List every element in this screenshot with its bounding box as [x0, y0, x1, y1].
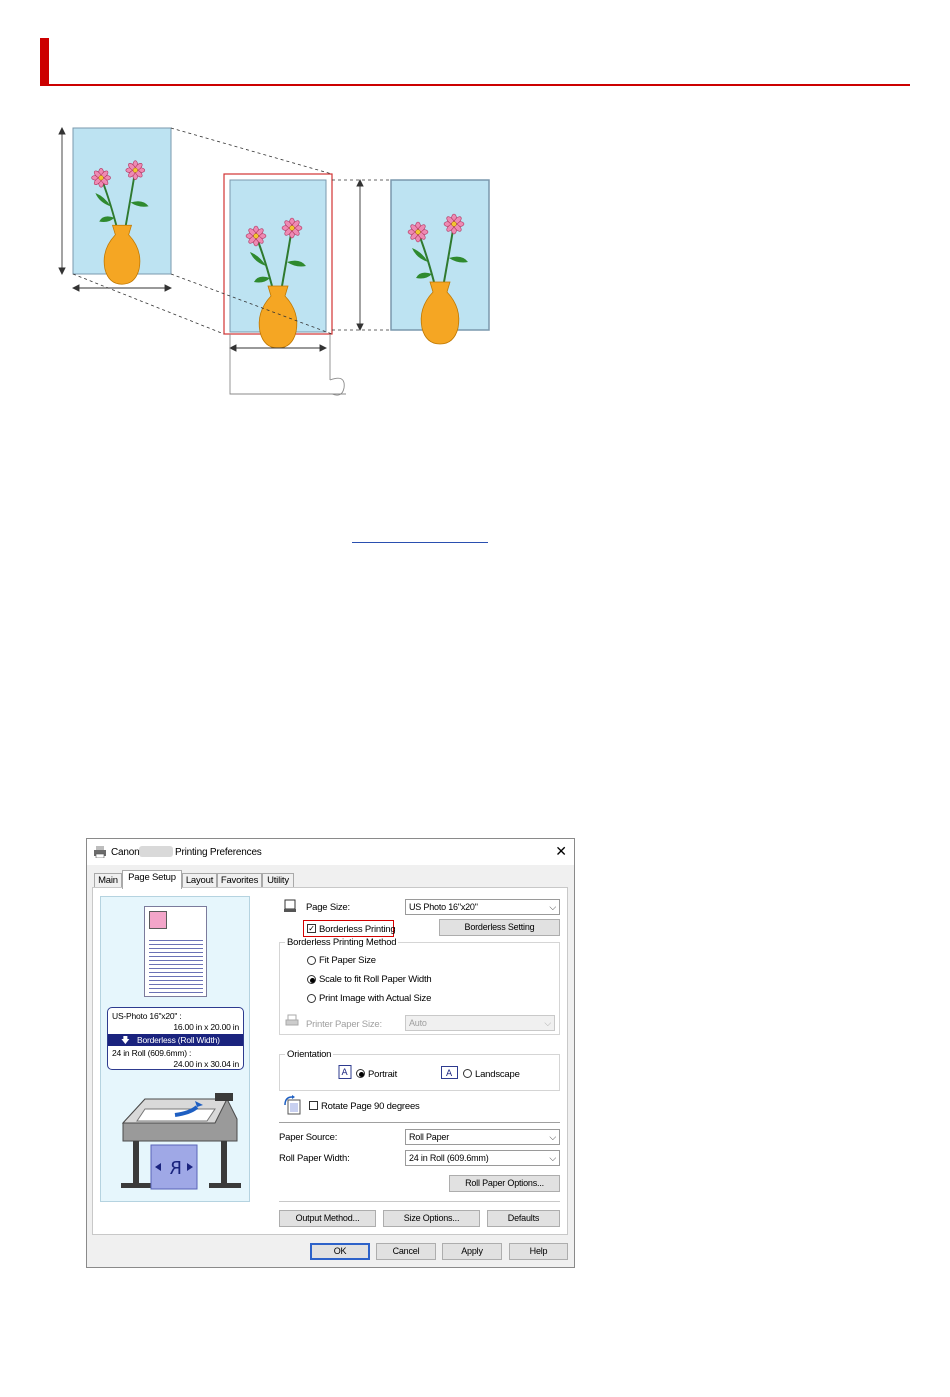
- source-size-label: US-Photo 16"x20" :: [112, 1011, 182, 1021]
- paper-source-value: Roll Paper: [409, 1132, 450, 1142]
- size-options-button[interactable]: Size Options...: [383, 1210, 480, 1227]
- tab-layout[interactable]: Layout: [182, 873, 217, 888]
- divider: [279, 1122, 560, 1123]
- page-size-icon: [284, 899, 296, 912]
- dialog-title-brand: Canon: [111, 847, 140, 858]
- page-size-label: Page Size:: [306, 902, 350, 913]
- help-button[interactable]: Help: [509, 1243, 568, 1260]
- chevron-down-icon: ⌵: [549, 902, 556, 912]
- page-size-value: US Photo 16"x20": [409, 902, 478, 912]
- chevron-down-icon: ⌵: [544, 1018, 551, 1028]
- printer-icon: [94, 846, 106, 858]
- svg-text:R: R: [170, 1158, 182, 1179]
- picture-thumbnail-icon: [149, 911, 167, 929]
- text-link[interactable]: [352, 528, 488, 543]
- paper-source-label: Paper Source:: [279, 1132, 338, 1143]
- dialog-title: Printing Preferences: [175, 847, 262, 858]
- printing-preferences-dialog: Canon Printing Preferences ✕ Main Page S…: [86, 838, 575, 1268]
- page-size-select[interactable]: US Photo 16"x20" ⌵: [405, 899, 560, 915]
- rotate-page-icon: [284, 1095, 301, 1115]
- printer-paper-size-label: Printer Paper Size:: [306, 1019, 382, 1030]
- orientation-label: Orientation: [285, 1049, 334, 1060]
- landscape-icon: A: [441, 1066, 458, 1079]
- tab-utility[interactable]: Utility: [262, 873, 294, 888]
- landscape-label: Landscape: [475, 1069, 520, 1080]
- roll-paper-width-select[interactable]: 24 in Roll (609.6mm) ⌵: [405, 1150, 560, 1166]
- cancel-button[interactable]: Cancel: [376, 1243, 436, 1260]
- document-preview-icon: [144, 906, 207, 997]
- print-actual-size-label: Print Image with Actual Size: [319, 993, 432, 1004]
- rotate-page-label: Rotate Page 90 degrees: [321, 1101, 420, 1112]
- borderless-mode-label: Borderless (Roll Width): [137, 1035, 220, 1045]
- paper-source-select[interactable]: Roll Paper ⌵: [405, 1129, 560, 1145]
- apply-button[interactable]: Apply: [442, 1243, 502, 1260]
- printer-paper-icon: [285, 1014, 299, 1026]
- scale-to-fit-roll-radio[interactable]: [307, 975, 316, 984]
- section-heading-marker: [40, 38, 49, 86]
- borderless-setting-button[interactable]: Borderless Setting: [439, 919, 560, 936]
- borderless-printing-label: Borderless Printing: [319, 924, 396, 935]
- size-summary-box: US-Photo 16"x20" : 16.00 in x 20.00 in 🡇…: [107, 1007, 244, 1070]
- printer-paper-size-value: Auto: [409, 1018, 427, 1028]
- print-actual-size-radio[interactable]: [307, 994, 316, 1003]
- borderless-printing-checkbox[interactable]: ✓: [307, 924, 316, 933]
- borderless-method-label: Borderless Printing Method: [285, 937, 399, 948]
- defaults-button[interactable]: Defaults: [487, 1210, 560, 1227]
- source-size-value: 16.00 in x 20.00 in: [173, 1022, 239, 1032]
- portrait-radio[interactable]: [356, 1069, 365, 1078]
- portrait-label: Portrait: [368, 1069, 398, 1080]
- borderless-scaling-illustration: [58, 126, 490, 396]
- portrait-icon: A: [338, 1065, 352, 1079]
- svg-text:A: A: [446, 1069, 453, 1079]
- output-size-value: 24.00 in x 30.04 in: [173, 1059, 239, 1069]
- text-lines: [149, 937, 203, 993]
- chevron-down-icon: ⌵: [549, 1153, 556, 1163]
- output-method-button[interactable]: Output Method...: [279, 1210, 376, 1227]
- output-size-label: 24 in Roll (609.6mm) :: [112, 1048, 192, 1058]
- roll-paper-options-button[interactable]: Roll Paper Options...: [449, 1175, 560, 1192]
- roll-paper-width-value: 24 in Roll (609.6mm): [409, 1153, 489, 1163]
- fit-paper-size-radio[interactable]: [307, 956, 316, 965]
- chevron-down-icon: ⌵: [549, 1132, 556, 1142]
- tab-page-setup[interactable]: Page Setup: [122, 870, 182, 889]
- scale-to-fit-roll-label: Scale to fit Roll Paper Width: [319, 974, 432, 985]
- tab-favorites[interactable]: Favorites: [217, 873, 262, 888]
- section-heading-rule: [40, 84, 910, 86]
- dialog-titlebar: Canon Printing Preferences ✕: [87, 839, 574, 865]
- svg-text:A: A: [342, 1068, 349, 1078]
- divider: [279, 1201, 560, 1202]
- ok-button[interactable]: OK: [310, 1243, 370, 1260]
- printer-paper-size-select[interactable]: Auto ⌵: [405, 1015, 555, 1031]
- fit-paper-size-label: Fit Paper Size: [319, 955, 376, 966]
- large-format-printer-icon: R: [121, 1093, 241, 1190]
- rotate-page-checkbox[interactable]: [309, 1101, 318, 1110]
- landscape-radio[interactable]: [463, 1069, 472, 1078]
- down-arrow-icon: 🡇: [121, 1035, 130, 1045]
- redacted-model-name: [139, 846, 173, 857]
- roll-paper-width-label: Roll Paper Width:: [279, 1153, 350, 1164]
- tab-main[interactable]: Main: [94, 873, 122, 888]
- close-icon[interactable]: ✕: [553, 843, 569, 859]
